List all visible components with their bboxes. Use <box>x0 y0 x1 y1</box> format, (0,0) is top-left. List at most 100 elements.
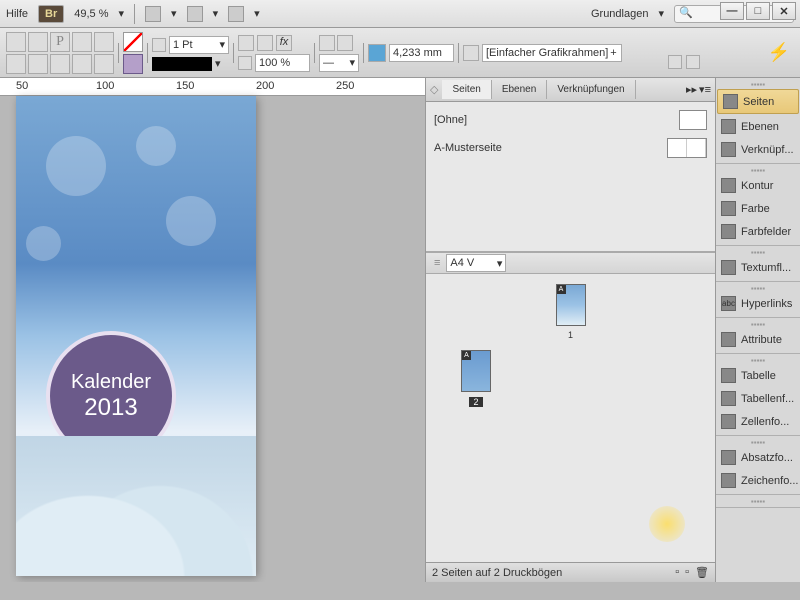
maximize-button[interactable]: □ <box>746 2 770 20</box>
tool-icon[interactable] <box>28 54 48 74</box>
pages-icon <box>723 94 738 109</box>
new-page-icon[interactable]: ▫ <box>685 566 689 579</box>
page-label-1: 1 <box>551 330 591 340</box>
tab-pages[interactable]: Seiten <box>442 80 491 99</box>
minimize-button[interactable]: — <box>720 2 744 20</box>
sidebar-item-zeichenfo[interactable]: Zeichenfo... <box>716 469 800 492</box>
master-pages-list: [Ohne] A-Musterseite <box>426 102 715 252</box>
stroke-weight-input[interactable]: 1 Pt▾ <box>169 36 229 54</box>
zoom-level[interactable]: 49,5 % <box>74 8 108 20</box>
attributes-icon <box>721 332 736 347</box>
doc-title-1: Kalender <box>71 371 151 394</box>
sidebar-item-verknuepf[interactable]: Verknüpf... <box>716 138 800 161</box>
color-icon <box>721 201 736 216</box>
table-icon <box>721 368 736 383</box>
tool-icon[interactable] <box>94 54 114 74</box>
arrange-icon[interactable] <box>228 6 244 22</box>
delete-page-icon[interactable]: 🗑 <box>695 566 709 579</box>
bridge-button[interactable]: Br <box>38 5 64 23</box>
sidebar-item-farbfelder[interactable]: Farbfelder <box>716 220 800 243</box>
tab-layers[interactable]: Ebenen <box>492 80 547 99</box>
view-options-icon[interactable] <box>145 6 161 22</box>
workspace: 50 100 150 200 250 Kalender 2013 ◇ Seite… <box>0 78 800 582</box>
sidebar-item-hyperlinks[interactable]: abcHyperlinks <box>716 292 800 315</box>
edit-page-icon[interactable]: ▫ <box>675 566 679 579</box>
tool-icon[interactable] <box>94 32 114 52</box>
dropdown-arrow-icon[interactable]: ▾ <box>119 7 125 20</box>
format-icon: ≡ <box>434 257 440 269</box>
measure-icon <box>368 44 386 62</box>
tool-icon[interactable] <box>6 32 26 52</box>
hyperlinks-icon: abc <box>721 296 736 311</box>
stroke-icon <box>721 178 736 193</box>
doc-title-2: 2013 <box>84 394 137 422</box>
fx-icon[interactable]: fx <box>276 35 292 51</box>
measure-input[interactable]: 4,233 mm <box>389 44 454 62</box>
sidebar-item-attribute[interactable]: Attribute <box>716 328 800 351</box>
tool-icon[interactable] <box>686 55 700 69</box>
master-a[interactable]: A-Musterseite <box>434 142 502 154</box>
tool-icon[interactable] <box>72 54 92 74</box>
links-icon <box>721 142 736 157</box>
fill-none-icon[interactable] <box>123 32 143 52</box>
sidebar-item-zellenfo[interactable]: Zellenfo... <box>716 410 800 433</box>
cellstyles-icon <box>721 414 736 429</box>
sidebar-item-tabelle[interactable]: Tabelle <box>716 364 800 387</box>
stroke-weight-icon <box>152 38 166 52</box>
text-wrap-icon[interactable] <box>319 35 335 51</box>
panel-cycle-icon[interactable]: ◇ <box>426 83 442 96</box>
master-none[interactable]: [Ohne] <box>434 114 467 126</box>
page-label-2: 2 <box>469 397 482 407</box>
tool-icon[interactable] <box>6 54 26 74</box>
sidebar-item-ebenen[interactable]: Ebenen <box>716 115 800 138</box>
master-thumb-none[interactable] <box>679 110 707 130</box>
pages-panel: ◇ Seiten Ebenen Verknüpfungen ▸▸▾≡ [Ohne… <box>425 78 715 582</box>
canvas-area[interactable]: 50 100 150 200 250 Kalender 2013 <box>0 78 425 582</box>
sidebar-item-farbe[interactable]: Farbe <box>716 197 800 220</box>
menu-bar: Hilfe Br 49,5 % ▾ ▾ ▾ ▾ Grundlagen▾ 🔍 — … <box>0 0 800 28</box>
opacity-icon <box>238 56 252 70</box>
opacity-input[interactable]: 100 % <box>255 54 310 72</box>
swatches-icon <box>721 224 736 239</box>
tablestyles-icon <box>721 391 736 406</box>
tool-icon[interactable] <box>257 35 273 51</box>
stroke-style[interactable] <box>152 57 212 71</box>
tool-icon[interactable] <box>238 35 254 51</box>
page-format-dropdown[interactable]: A4 V▾ <box>446 254 506 272</box>
tab-links[interactable]: Verknüpfungen <box>547 80 635 99</box>
tool-icon[interactable] <box>668 55 682 69</box>
workspace-switcher[interactable]: Grundlagen <box>591 8 649 20</box>
close-button[interactable]: ✕ <box>772 2 796 20</box>
panel-status-bar: 2 Seiten auf 2 Druckbögen ▫ ▫ 🗑 <box>426 562 715 582</box>
object-style-dropdown[interactable]: [Einfacher Grafikrahmen]+ <box>482 44 622 62</box>
textwrap-icon <box>721 260 736 275</box>
control-toolbar: P 1 Pt▾ ▾ fx 100 % —▾ <box>0 28 800 78</box>
status-text: 2 Seiten auf 2 Druckbögen <box>432 567 562 579</box>
master-thumb-a[interactable] <box>667 138 707 158</box>
tool-icon[interactable] <box>50 54 70 74</box>
highlight-indicator <box>649 506 685 542</box>
horizontal-ruler: 50 100 150 200 250 <box>0 78 425 96</box>
sidebar-item-textumfl[interactable]: Textumfl... <box>716 256 800 279</box>
sidebar-item-seiten[interactable]: Seiten <box>717 89 799 114</box>
panel-menu-icon[interactable]: ▾≡ <box>699 83 711 96</box>
sidebar-item-tabellenf[interactable]: Tabellenf... <box>716 387 800 410</box>
help-menu[interactable]: Hilfe <box>6 8 28 20</box>
charstyles-icon <box>721 473 736 488</box>
screen-mode-icon[interactable] <box>187 6 203 22</box>
layers-icon <box>721 119 736 134</box>
type-tool-icon[interactable]: P <box>50 32 70 52</box>
sidebar-item-absatzfo[interactable]: Absatzfo... <box>716 446 800 469</box>
wrap-dropdown[interactable]: —▾ <box>319 54 359 72</box>
text-wrap-icon[interactable] <box>337 35 353 51</box>
document-page[interactable]: Kalender 2013 <box>16 96 256 576</box>
fill-color-icon[interactable] <box>123 54 143 74</box>
tool-icon[interactable] <box>28 32 48 52</box>
page-thumb-2[interactable]: A <box>461 350 491 392</box>
lightning-icon[interactable]: ⚡ <box>768 42 790 63</box>
tool-icon[interactable] <box>72 32 92 52</box>
pages-list: A 1 A 2 ↖ <box>426 274 715 562</box>
sidebar-item-kontur[interactable]: Kontur <box>716 174 800 197</box>
collapse-icon[interactable]: ▸▸ <box>686 83 697 96</box>
page-thumb-1[interactable]: A <box>556 284 586 326</box>
